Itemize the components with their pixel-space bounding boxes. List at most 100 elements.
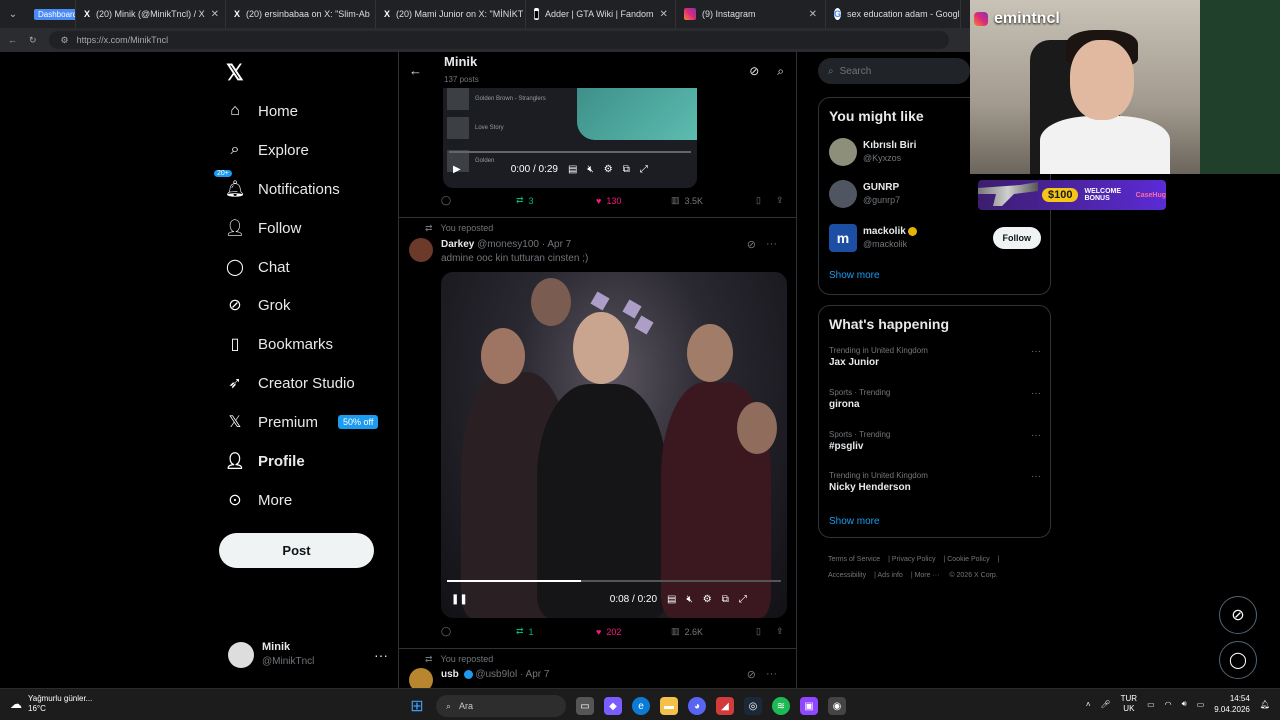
author-name[interactable]: Darkey — [441, 239, 474, 250]
search-input[interactable]: ⌕ Search — [818, 58, 970, 84]
language-indicator[interactable]: TUR UK — [1121, 694, 1137, 714]
grok-icon[interactable]: ⊘ — [749, 64, 759, 79]
close-tab-icon[interactable]: ✕ — [809, 9, 817, 20]
picture-in-picture-icon[interactable]: ⧉ — [722, 594, 729, 605]
show-more-link[interactable]: Show more — [829, 270, 880, 281]
task-view-icon[interactable]: ▭ — [576, 697, 594, 715]
follow-button[interactable]: Follow — [992, 227, 1041, 249]
fullscreen-icon[interactable]: ⤢ — [739, 594, 747, 605]
display-icon[interactable]: ▭ — [1147, 700, 1155, 709]
video-progress-bar[interactable] — [449, 151, 691, 153]
footer-link[interactable]: Privacy Policy — [892, 556, 936, 563]
tab-list-dropdown[interactable]: ⌄ — [0, 0, 26, 28]
nav-profile[interactable]: 👤︎ Profile — [225, 452, 305, 471]
play-icon[interactable]: ▶ — [453, 164, 461, 175]
grok-icon[interactable]: ⊘ — [747, 668, 756, 681]
windows-start-icon[interactable]: ⊞ — [408, 697, 426, 715]
bookmark-button[interactable]: ▯ — [756, 195, 776, 206]
close-tab-icon[interactable]: ✕ — [660, 9, 668, 20]
search-icon[interactable]: ⌕ — [777, 64, 784, 79]
obs-icon[interactable]: ◉ — [828, 697, 846, 715]
nav-creator-studio[interactable]: ➶ Creator Studio — [226, 374, 354, 393]
settings-icon[interactable]: ⚙ — [703, 594, 712, 605]
reload-icon[interactable]: ↻ — [29, 35, 37, 46]
streaming-app-icon[interactable]: ▣ — [800, 697, 818, 715]
captions-icon[interactable]: ▤ — [667, 594, 676, 605]
trend-item[interactable]: Sports · Trending girona ··· — [829, 388, 1041, 410]
taskbar-search[interactable]: ⌕ Ara — [436, 695, 566, 717]
trend-item[interactable]: Sports · Trending #psgliv ··· — [829, 430, 1041, 452]
bookmark-button[interactable]: ▯ — [756, 626, 776, 637]
more-horizontal-icon[interactable]: ··· — [1031, 388, 1041, 399]
like-button[interactable]: ♥ 202 — [596, 627, 671, 637]
tweet-date[interactable]: · Apr 7 — [542, 239, 571, 250]
post-button[interactable]: Post — [219, 533, 374, 568]
nav-grok[interactable]: ⊘ Grok — [226, 296, 290, 315]
nav-notifications[interactable]: 🔔︎ 20+ Notifications — [214, 170, 340, 198]
more-horizontal-icon[interactable]: ··· — [766, 238, 777, 251]
chat-floating-button[interactable]: ◯ — [1219, 641, 1257, 679]
game-launcher-icon[interactable]: ◢ — [716, 697, 734, 715]
tweet-video[interactable]: ❚❚ 0:08 / 0:20 ▤ 🔇︎ ⚙ ⧉ ⤢ — [441, 272, 787, 618]
account-switcher[interactable]: Minik @MinikTncl ··· — [228, 640, 388, 669]
browser-tab[interactable]: X (20) Mami Junior on X: "MİNİKT ✕ — [376, 0, 526, 28]
repost-button[interactable]: ⇄ 1 — [516, 626, 596, 637]
picture-in-picture-icon[interactable]: ⧉ — [623, 164, 630, 175]
more-horizontal-icon[interactable]: ··· — [1031, 430, 1041, 441]
steam-icon[interactable]: ◎ — [744, 697, 762, 715]
like-button[interactable]: ♥ 130 — [596, 196, 671, 206]
more-horizontal-icon[interactable]: ··· — [766, 668, 777, 681]
nav-more[interactable]: ⊙ More — [226, 491, 292, 510]
nav-premium[interactable]: 𝕏 Premium 50% off — [226, 413, 379, 431]
grok-icon[interactable]: ⊘ — [747, 238, 756, 251]
chevron-up-icon[interactable]: ˄ — [1086, 700, 1091, 709]
site-info-icon[interactable]: ⚙ — [61, 35, 69, 46]
weather-widget[interactable]: ☁ Yağmurlu günler... 16°C — [10, 694, 92, 714]
address-bar[interactable]: ⚙ https://x.com/MinikTncl — [48, 31, 949, 49]
close-tab-icon[interactable]: ✕ — [211, 9, 219, 20]
show-more-link[interactable]: Show more — [829, 516, 880, 527]
footer-link[interactable]: Terms of Service — [828, 556, 880, 563]
pause-icon[interactable]: ❚❚ — [451, 594, 468, 605]
views-button[interactable]: ▥ 3.5K — [671, 195, 756, 206]
wifi-icon[interactable]: ◠ — [1165, 700, 1172, 709]
browser-tab[interactable]: X (20) Minik (@MinikTncl) / X ✕ — [76, 0, 226, 28]
share-button[interactable]: ⇪ — [776, 626, 784, 637]
author-handle[interactable]: @monesy100 — [477, 239, 539, 250]
repost-button[interactable]: ⇄ 3 — [516, 195, 596, 206]
fullscreen-icon[interactable]: ⤢ — [640, 164, 648, 175]
avatar[interactable] — [409, 238, 433, 262]
author-name[interactable]: usb — [441, 669, 459, 680]
volume-icon[interactable]: 🔊︎ — [1182, 699, 1187, 709]
discord-icon[interactable]: ◕ — [688, 697, 706, 715]
author-handle[interactable]: @usb9lol — [475, 669, 517, 680]
views-button[interactable]: ▥ 2.6K — [671, 626, 756, 637]
nav-chat[interactable]: ◯ Chat — [226, 258, 290, 277]
spotify-icon[interactable]: ≋ — [772, 697, 790, 715]
avatar[interactable] — [409, 668, 433, 688]
footer-link[interactable]: Cookie Policy — [947, 556, 989, 563]
x-logo-icon[interactable]: 𝕏 — [226, 60, 244, 86]
battery-icon[interactable]: ▭ — [1197, 700, 1205, 709]
video-progress-bar[interactable] — [447, 580, 781, 582]
nav-explore[interactable]: ⌕ Explore — [226, 141, 309, 159]
back-icon[interactable]: ← — [8, 35, 17, 45]
notifications-icon[interactable]: 🔔︎ — [1260, 700, 1270, 709]
grok-floating-button[interactable]: ⊘ — [1219, 596, 1257, 634]
browser-tab[interactable]: X (20) ersinbabaa on X: "Slim-Ab ✕ — [226, 0, 376, 28]
nav-home[interactable]: ⌂ Home — [226, 102, 298, 120]
browser-tab[interactable]: ▮ Adder | GTA Wiki | Fandom ✕ — [526, 0, 676, 28]
back-arrow-icon[interactable]: ← — [409, 63, 422, 78]
suggested-account[interactable]: m mackolik @mackolik Follow — [829, 224, 1041, 252]
more-horizontal-icon[interactable]: ··· — [1031, 471, 1041, 482]
media-player[interactable]: Golden Brown - Stranglers Love Story Gol… — [443, 88, 697, 188]
trend-item[interactable]: Trending in United Kingdom Nicky Henders… — [829, 471, 1041, 493]
trend-item[interactable]: Trending in United Kingdom Jax Junior ··… — [829, 346, 1041, 368]
browser-tab[interactable]: Dashboard — [26, 0, 76, 28]
nav-bookmarks[interactable]: ▯ Bookmarks — [226, 335, 333, 354]
edge-icon[interactable]: e — [632, 697, 650, 715]
captions-icon[interactable]: ▤ — [568, 164, 577, 175]
microphone-icon[interactable]: 🎤︎ — [1100, 700, 1110, 709]
settings-icon[interactable]: ⚙ — [604, 164, 613, 175]
mute-icon[interactable]: 🔇︎ — [686, 594, 692, 605]
